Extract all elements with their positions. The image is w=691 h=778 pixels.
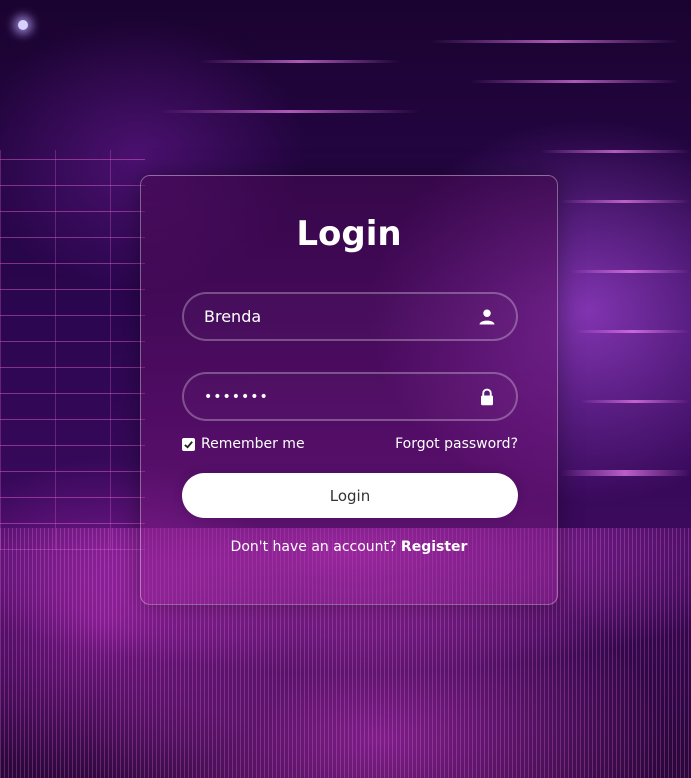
- login-card: Login Remember me Forgot password? Login…: [140, 175, 558, 605]
- password-input[interactable]: [204, 374, 464, 419]
- forgot-password-link[interactable]: Forgot password?: [395, 436, 518, 452]
- user-icon: [479, 309, 495, 325]
- register-prompt: Don't have an account? Register: [141, 539, 557, 555]
- background-light-dot: [18, 20, 28, 30]
- checkbox-checked-icon[interactable]: [182, 437, 195, 451]
- remember-me-checkbox[interactable]: Remember me: [182, 436, 305, 452]
- username-field[interactable]: [182, 292, 518, 341]
- register-prompt-text: Don't have an account?: [230, 539, 397, 555]
- remember-me-label: Remember me: [201, 436, 305, 452]
- register-link[interactable]: Register: [401, 539, 468, 555]
- login-title: Login: [296, 214, 402, 254]
- password-field[interactable]: [182, 372, 518, 421]
- login-button[interactable]: Login: [182, 473, 518, 518]
- options-row: Remember me Forgot password?: [182, 436, 518, 456]
- lock-icon: [481, 388, 493, 406]
- username-input[interactable]: [204, 294, 464, 339]
